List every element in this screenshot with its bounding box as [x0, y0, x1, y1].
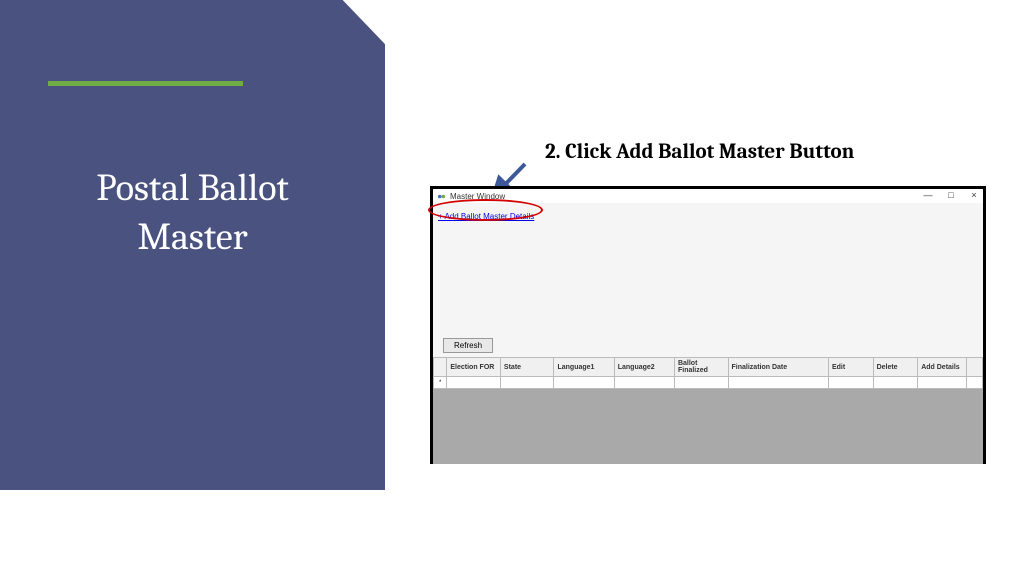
cell [674, 377, 728, 389]
cell [500, 377, 554, 389]
col-edit: Edit [828, 358, 873, 377]
close-button[interactable]: × [967, 190, 981, 200]
col-language2: Language2 [614, 358, 674, 377]
cell [554, 377, 614, 389]
app-icon [437, 192, 446, 201]
refresh-row: Refresh [433, 333, 983, 357]
instruction-text: 2. Click Add Ballot Master Button [545, 140, 854, 164]
col-add-details: Add Details [918, 358, 967, 377]
table-row: * [434, 377, 983, 389]
link-area: + Add Ballot Master Details [433, 203, 983, 221]
app-window: Master Window — □ × + Add Ballot Master … [430, 186, 986, 464]
ballot-table: Election FOR State Language1 Language2 B… [433, 357, 983, 389]
maximize-button[interactable]: □ [944, 190, 958, 200]
panel-title: Postal Ballot Master [0, 164, 385, 263]
blank-area [433, 221, 983, 333]
add-ballot-master-link[interactable]: + Add Ballot Master Details [438, 212, 534, 221]
cell [967, 377, 983, 389]
empty-grid-area [433, 389, 983, 464]
col-ballot-finalized: Ballot Finalized [674, 358, 728, 377]
col-election-for: Election FOR [447, 358, 501, 377]
table-container: Election FOR State Language1 Language2 B… [433, 357, 983, 389]
cell [728, 377, 828, 389]
header-marker [434, 358, 447, 377]
cell [447, 377, 501, 389]
side-panel: Postal Ballot Master [0, 0, 385, 490]
window-title: Master Window [450, 192, 505, 201]
minimize-button[interactable]: — [921, 190, 935, 200]
titlebar: Master Window — □ × [433, 189, 983, 203]
col-finalization-date: Finalization Date [728, 358, 828, 377]
window-controls: — □ × [921, 190, 981, 200]
col-spacer [967, 358, 983, 377]
cell [873, 377, 918, 389]
row-marker: * [434, 377, 447, 389]
refresh-button[interactable]: Refresh [443, 338, 493, 353]
cell [828, 377, 873, 389]
col-delete: Delete [873, 358, 918, 377]
col-state: State [500, 358, 554, 377]
accent-line [48, 81, 243, 86]
cell [614, 377, 674, 389]
cell [918, 377, 967, 389]
col-language1: Language1 [554, 358, 614, 377]
table-header-row: Election FOR State Language1 Language2 B… [434, 358, 983, 377]
